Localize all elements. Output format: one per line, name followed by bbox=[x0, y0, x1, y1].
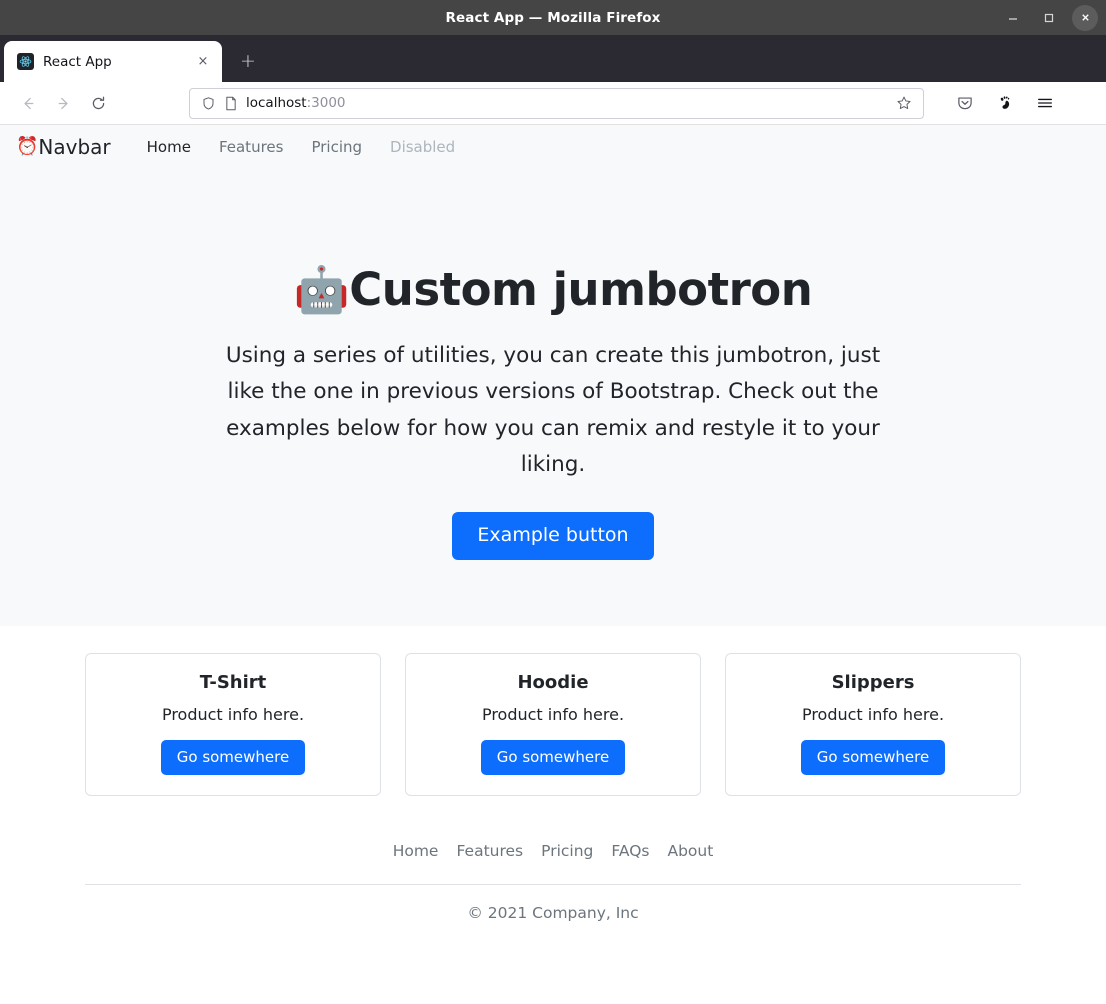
navbar-brand[interactable]: ⏰ Navbar bbox=[16, 135, 111, 159]
product-card: T-Shirt Product info here. Go somewhere bbox=[85, 652, 381, 797]
toolbar-right-buttons bbox=[949, 87, 1061, 119]
url-text[interactable]: localhost:3000 bbox=[246, 95, 885, 111]
window-controls bbox=[1000, 0, 1098, 35]
forward-arrow-icon[interactable] bbox=[47, 87, 79, 119]
browser-window: React App — Mozilla Firefox React App × … bbox=[0, 0, 1106, 1004]
navbar-brand-label: Navbar bbox=[38, 134, 111, 159]
nav-link-features[interactable]: Features bbox=[205, 138, 298, 156]
star-icon[interactable] bbox=[893, 92, 915, 114]
jumbotron-heading: 🤖Custom jumbotron bbox=[223, 264, 883, 316]
jumbotron: 🤖Custom jumbotron Using a series of util… bbox=[0, 168, 1106, 626]
url-bar[interactable]: localhost:3000 bbox=[189, 87, 924, 119]
navbar-links: Home Features Pricing Disabled bbox=[133, 138, 470, 156]
card-title: Slippers bbox=[831, 671, 915, 693]
footer-link-features[interactable]: Features bbox=[447, 842, 532, 860]
card-title: Hoodie bbox=[517, 671, 589, 693]
reload-icon[interactable] bbox=[82, 87, 114, 119]
card-go-somewhere-button[interactable]: Go somewhere bbox=[800, 739, 946, 776]
tab-strip: React App × + bbox=[0, 35, 1106, 82]
window-title: React App — Mozilla Firefox bbox=[445, 9, 661, 26]
card-go-somewhere-button[interactable]: Go somewhere bbox=[480, 739, 626, 776]
card-text: Product info here. bbox=[481, 704, 625, 724]
url-host: localhost bbox=[246, 95, 307, 111]
new-tab-button[interactable]: + bbox=[232, 45, 264, 77]
site-footer: Home Features Pricing FAQs About © 2021 … bbox=[0, 796, 1106, 922]
tab-close-icon[interactable]: × bbox=[194, 53, 212, 71]
alarm-clock-icon: ⏰ bbox=[16, 135, 39, 157]
robot-icon: 🤖 bbox=[293, 263, 350, 316]
window-titlebar: React App — Mozilla Firefox bbox=[0, 0, 1106, 35]
hamburger-menu-icon[interactable] bbox=[1029, 87, 1061, 119]
jumbotron-heading-text: Custom jumbotron bbox=[349, 263, 813, 316]
footer-copyright: © 2021 Company, Inc bbox=[467, 904, 639, 923]
pocket-icon[interactable] bbox=[949, 87, 981, 119]
shield-icon[interactable] bbox=[201, 96, 216, 111]
gnome-foot-icon[interactable] bbox=[989, 87, 1021, 119]
browser-toolbar: localhost:3000 bbox=[0, 82, 1106, 125]
tab-title: React App bbox=[43, 53, 112, 70]
card-text: Product info here. bbox=[801, 704, 945, 724]
close-button[interactable] bbox=[1072, 4, 1098, 31]
url-port: :3000 bbox=[306, 95, 346, 111]
minimize-button[interactable] bbox=[1000, 5, 1026, 31]
site-navbar: ⏰ Navbar Home Features Pricing Disabled bbox=[0, 125, 1106, 168]
footer-link-about[interactable]: About bbox=[658, 842, 722, 860]
react-favicon bbox=[17, 53, 34, 70]
page-viewport: ⏰ Navbar Home Features Pricing Disabled 🤖… bbox=[0, 125, 1106, 1004]
card-text: Product info here. bbox=[161, 704, 305, 724]
product-cards: T-Shirt Product info here. Go somewhere … bbox=[0, 626, 1106, 797]
footer-link-faqs[interactable]: FAQs bbox=[602, 842, 658, 860]
nav-link-disabled: Disabled bbox=[390, 137, 456, 156]
product-card: Hoodie Product info here. Go somewhere bbox=[405, 652, 701, 797]
nav-link-home[interactable]: Home bbox=[133, 138, 205, 156]
footer-link-home[interactable]: Home bbox=[384, 842, 448, 860]
card-title: T-Shirt bbox=[199, 671, 267, 693]
nav-link-pricing[interactable]: Pricing bbox=[297, 138, 376, 156]
browser-tab[interactable]: React App × bbox=[4, 41, 222, 82]
page-icon bbox=[224, 96, 238, 111]
footer-links: Home Features Pricing FAQs About bbox=[0, 842, 1106, 860]
product-card: Slippers Product info here. Go somewhere bbox=[725, 652, 1021, 797]
example-button[interactable]: Example button bbox=[452, 511, 654, 560]
card-go-somewhere-button[interactable]: Go somewhere bbox=[160, 739, 306, 776]
maximize-button[interactable] bbox=[1036, 5, 1062, 31]
footer-link-pricing[interactable]: Pricing bbox=[532, 842, 602, 860]
jumbotron-paragraph: Using a series of utilities, you can cre… bbox=[225, 342, 881, 478]
back-arrow-icon[interactable] bbox=[12, 87, 44, 119]
